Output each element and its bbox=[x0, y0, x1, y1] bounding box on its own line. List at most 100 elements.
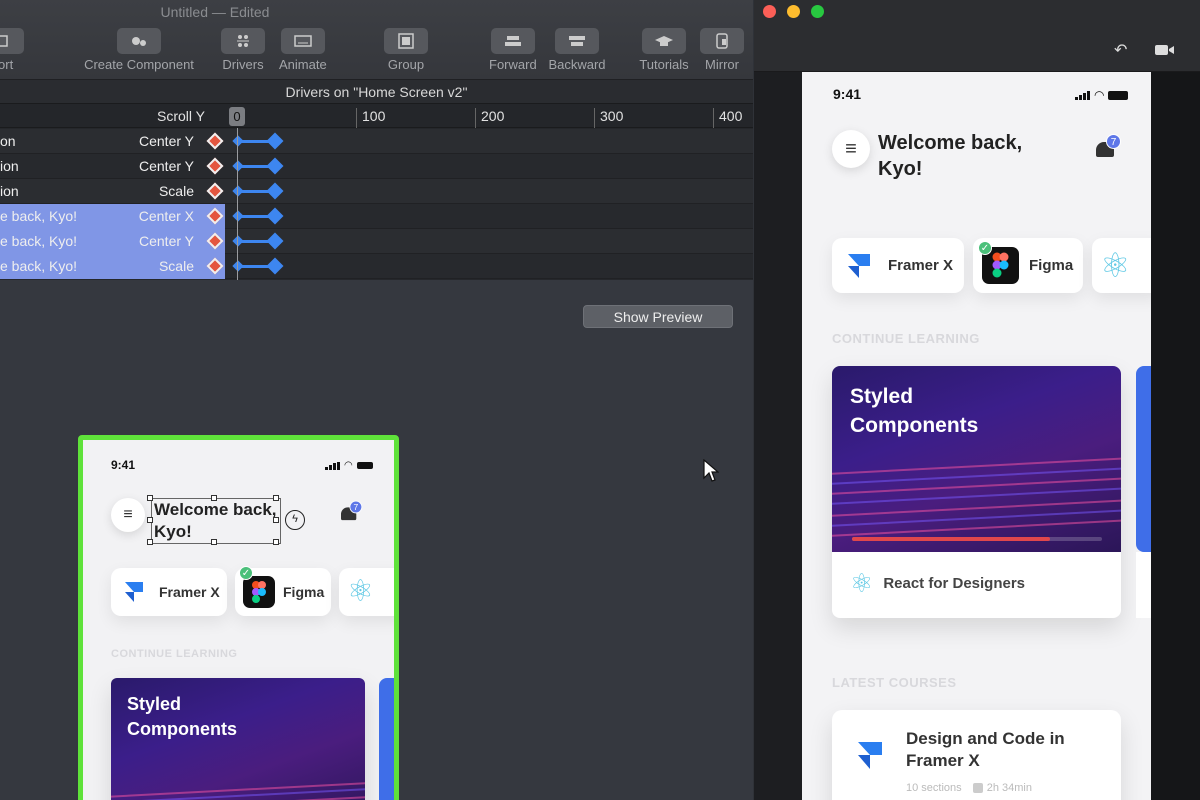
framer-logo-icon bbox=[858, 742, 882, 769]
drivers-label: Drivers bbox=[222, 57, 264, 72]
driver-layer-name: e back, Kyo! bbox=[0, 233, 78, 249]
status-icons: ◠ bbox=[1075, 88, 1129, 102]
welcome-text-selected[interactable]: Welcome back, Kyo! bbox=[151, 498, 281, 545]
lightning-icon[interactable]: ϟ bbox=[285, 510, 305, 530]
driver-property: Center X bbox=[138, 208, 194, 224]
keyframe-end[interactable] bbox=[266, 157, 284, 175]
menu-button[interactable]: ≡ bbox=[111, 498, 145, 532]
keyframe-end[interactable] bbox=[266, 257, 284, 275]
keyframe-end[interactable] bbox=[266, 182, 284, 200]
figma-logo-icon bbox=[243, 576, 275, 608]
keyframe-start[interactable] bbox=[232, 185, 244, 197]
keyframe-start[interactable] bbox=[232, 260, 244, 272]
backward-button[interactable]: Backward bbox=[546, 28, 608, 72]
mouse-cursor-icon bbox=[703, 459, 719, 482]
driver-track[interactable] bbox=[232, 129, 287, 154]
forward-icon bbox=[490, 28, 535, 54]
timeline-ruler: Scroll Y 0 100 200 300 400 bbox=[0, 104, 753, 128]
driver-row[interactable]: ion Scale bbox=[0, 179, 753, 204]
ruler-tick: 400 bbox=[713, 108, 742, 128]
keyframe-toggle-icon[interactable] bbox=[206, 257, 224, 275]
keyframe-end[interactable] bbox=[266, 207, 284, 225]
forward-button[interactable]: Forward bbox=[489, 28, 537, 72]
graduation-cap-icon bbox=[642, 28, 686, 54]
keyframe-toggle-icon[interactable] bbox=[206, 207, 224, 225]
driver-row[interactable]: on Center Y bbox=[0, 129, 753, 154]
video-camera-icon[interactable] bbox=[1155, 44, 1175, 56]
driver-row-header[interactable]: on Center Y bbox=[0, 129, 225, 154]
driver-layer-name: ion bbox=[0, 183, 19, 199]
keyframe-start[interactable] bbox=[232, 210, 244, 222]
react-logo-icon: ⚛ bbox=[347, 575, 374, 608]
undo-icon[interactable]: ↶ bbox=[1114, 40, 1127, 60]
next-course-card[interactable] bbox=[1136, 366, 1151, 552]
course-card-styled-components[interactable]: Styled Components bbox=[111, 678, 365, 800]
chip-figma[interactable]: ✓ Figma bbox=[973, 238, 1083, 293]
latest-course-card[interactable]: Design and Code in Framer X 10 sections … bbox=[832, 710, 1121, 800]
drivers-button[interactable]: Drivers bbox=[221, 28, 265, 72]
group-button[interactable]: Group bbox=[384, 28, 428, 72]
driver-row-header[interactable]: ion Center Y bbox=[0, 154, 225, 179]
hamburger-icon: ≡ bbox=[123, 506, 133, 523]
driver-row[interactable]: e back, Kyo! Scale bbox=[0, 254, 753, 279]
create-component-button[interactable]: Create Component bbox=[80, 28, 198, 72]
editor-window: Untitled — Edited port Create Component … bbox=[0, 0, 753, 800]
driver-row-header[interactable]: ion Scale bbox=[0, 179, 225, 204]
ruler-tick: 100 bbox=[356, 108, 385, 128]
latest-courses-label: LATEST COURSES bbox=[832, 675, 957, 690]
minimize-window-button[interactable] bbox=[787, 5, 800, 18]
driver-track[interactable] bbox=[232, 179, 287, 204]
keyframe-end[interactable] bbox=[266, 132, 284, 150]
mirror-button[interactable]: Mirror bbox=[700, 28, 744, 72]
chip-figma[interactable]: ✓ Figma bbox=[235, 566, 331, 616]
clock-icon bbox=[972, 783, 983, 794]
course-card-styled-components[interactable]: Styled Components ⚛ React for Designers bbox=[832, 366, 1121, 618]
driver-row-header[interactable]: e back, Kyo! Center Y bbox=[0, 229, 225, 254]
import-button[interactable]: port bbox=[0, 28, 24, 72]
battery-icon bbox=[1108, 90, 1129, 100]
keyframe-end[interactable] bbox=[266, 232, 284, 250]
keyframe-toggle-icon[interactable] bbox=[206, 182, 224, 200]
driver-property: Scale bbox=[158, 258, 194, 274]
driver-track[interactable] bbox=[232, 154, 287, 179]
chip-react[interactable]: ⚛ bbox=[339, 568, 394, 616]
keyframe-toggle-icon[interactable] bbox=[206, 232, 224, 250]
status-icons: ◠ bbox=[325, 460, 373, 471]
ruler-tick: 300 bbox=[594, 108, 623, 128]
keyframe-toggle-icon[interactable] bbox=[206, 157, 224, 175]
driver-track[interactable] bbox=[232, 229, 287, 254]
animate-button[interactable]: Animate bbox=[279, 28, 327, 72]
keyframe-start[interactable] bbox=[232, 160, 244, 172]
driver-row-header[interactable]: e back, Kyo! Center X bbox=[0, 204, 225, 229]
driver-track[interactable] bbox=[232, 204, 287, 229]
driver-layer-name: ion bbox=[0, 158, 19, 174]
canvas-phone-screen: 9:41 ◠ ≡ Welcome back, Kyo! ϟ 7 Framer X… bbox=[83, 440, 394, 800]
driver-row[interactable]: e back, Kyo! Center X bbox=[0, 204, 753, 229]
animate-icon bbox=[280, 28, 325, 54]
next-course-card[interactable] bbox=[379, 678, 394, 800]
chip-framer-x[interactable]: Framer X bbox=[111, 568, 227, 616]
driver-row[interactable]: ion Center Y bbox=[0, 154, 753, 179]
show-preview-button[interactable]: Show Preview bbox=[583, 305, 733, 328]
keyframe-toggle-icon[interactable] bbox=[206, 132, 224, 150]
keyframe-start[interactable] bbox=[232, 135, 244, 147]
signal-icon bbox=[1075, 90, 1090, 100]
zoom-window-button[interactable] bbox=[811, 5, 824, 18]
timeline-playhead[interactable]: 0 bbox=[229, 107, 245, 126]
driver-row[interactable]: e back, Kyo! Center Y bbox=[0, 229, 753, 254]
canvas-frame-home-screen[interactable]: 9:41 ◠ ≡ Welcome back, Kyo! ϟ 7 Framer X… bbox=[78, 435, 399, 800]
chip-framer-x[interactable]: Framer X bbox=[832, 238, 964, 293]
latest-course-title: Design and Code in Framer X bbox=[906, 729, 1065, 771]
keyframe-start[interactable] bbox=[232, 235, 244, 247]
notification-badge: 7 bbox=[1106, 134, 1121, 149]
close-window-button[interactable] bbox=[763, 5, 776, 18]
menu-button[interactable]: ≡ bbox=[832, 130, 870, 168]
chip-label: Framer X bbox=[888, 257, 954, 274]
course-subtitle: React for Designers bbox=[883, 574, 1026, 592]
preview-phone-screen: 9:41 ◠ ≡ Welcome back, Kyo! 7 Framer X ✓ bbox=[802, 72, 1151, 800]
chip-react[interactable]: ⚛ bbox=[1092, 238, 1151, 293]
driver-track[interactable] bbox=[232, 254, 287, 279]
driver-row-header[interactable]: e back, Kyo! Scale bbox=[0, 254, 225, 279]
welcome-text: Welcome back, Kyo! bbox=[878, 132, 1023, 180]
tutorials-button[interactable]: Tutorials bbox=[637, 28, 691, 72]
